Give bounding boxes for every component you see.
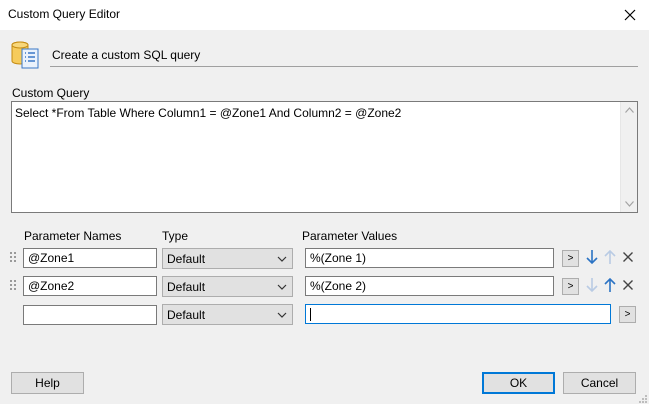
- type-header: Type: [162, 229, 189, 243]
- window-title: Custom Query Editor: [8, 7, 121, 21]
- value-picker-button[interactable]: >: [562, 250, 579, 267]
- parameter-type-select[interactable]: Default: [162, 304, 293, 325]
- header-text: Create a custom SQL query: [52, 48, 201, 62]
- chevron-down-icon: [276, 281, 288, 293]
- custom-query-textarea[interactable]: Select *From Table Where Column1 = @Zone…: [11, 101, 638, 213]
- parameter-type-select[interactable]: Default: [162, 248, 293, 269]
- parameter-type-value: Default: [167, 308, 206, 322]
- header-divider: [50, 66, 638, 67]
- database-document-icon: [10, 38, 42, 70]
- row-drag-handle-icon[interactable]: [10, 280, 18, 292]
- parameter-values-header: Parameter Values: [302, 229, 398, 243]
- scroll-up-icon[interactable]: [621, 102, 637, 118]
- close-icon[interactable]: [619, 4, 641, 26]
- parameter-value-input[interactable]: [305, 304, 611, 324]
- remove-row-icon[interactable]: [620, 248, 636, 266]
- parameter-names-header: Parameter Names: [24, 229, 122, 243]
- ok-button[interactable]: OK: [482, 372, 555, 394]
- resize-grip-icon[interactable]: [637, 392, 647, 403]
- remove-row-icon[interactable]: [620, 276, 636, 294]
- parameter-value-input[interactable]: %(Zone 1): [305, 248, 554, 268]
- text-caret: [310, 308, 311, 321]
- row-drag-handle-icon[interactable]: [10, 252, 18, 264]
- parameter-type-value: Default: [167, 280, 206, 294]
- scroll-down-icon[interactable]: [621, 196, 637, 212]
- parameter-name-input[interactable]: @Zone1: [23, 248, 157, 268]
- query-scrollbar[interactable]: [620, 102, 637, 212]
- value-picker-button[interactable]: >: [562, 278, 579, 295]
- help-button[interactable]: Help: [11, 372, 84, 394]
- custom-query-label: Custom Query: [12, 86, 90, 100]
- custom-query-editor-dialog: Custom Query Editor Create a custom SQL …: [0, 0, 649, 404]
- parameter-type-select[interactable]: Default: [162, 276, 293, 297]
- move-up-icon[interactable]: [602, 276, 618, 294]
- cancel-button[interactable]: Cancel: [563, 372, 636, 394]
- parameter-name-input[interactable]: [23, 305, 157, 325]
- parameter-value-input[interactable]: %(Zone 2): [305, 276, 554, 296]
- custom-query-text[interactable]: Select *From Table Where Column1 = @Zone…: [15, 106, 617, 120]
- chevron-down-icon: [276, 253, 288, 265]
- parameter-type-value: Default: [167, 252, 206, 266]
- value-picker-button[interactable]: >: [619, 306, 636, 323]
- move-up-icon: [602, 248, 618, 266]
- chevron-down-icon: [276, 309, 288, 321]
- parameter-name-input[interactable]: @Zone2: [23, 276, 157, 296]
- move-down-icon: [584, 276, 600, 294]
- title-bar: Custom Query Editor: [0, 0, 649, 30]
- move-down-icon[interactable]: [584, 248, 600, 266]
